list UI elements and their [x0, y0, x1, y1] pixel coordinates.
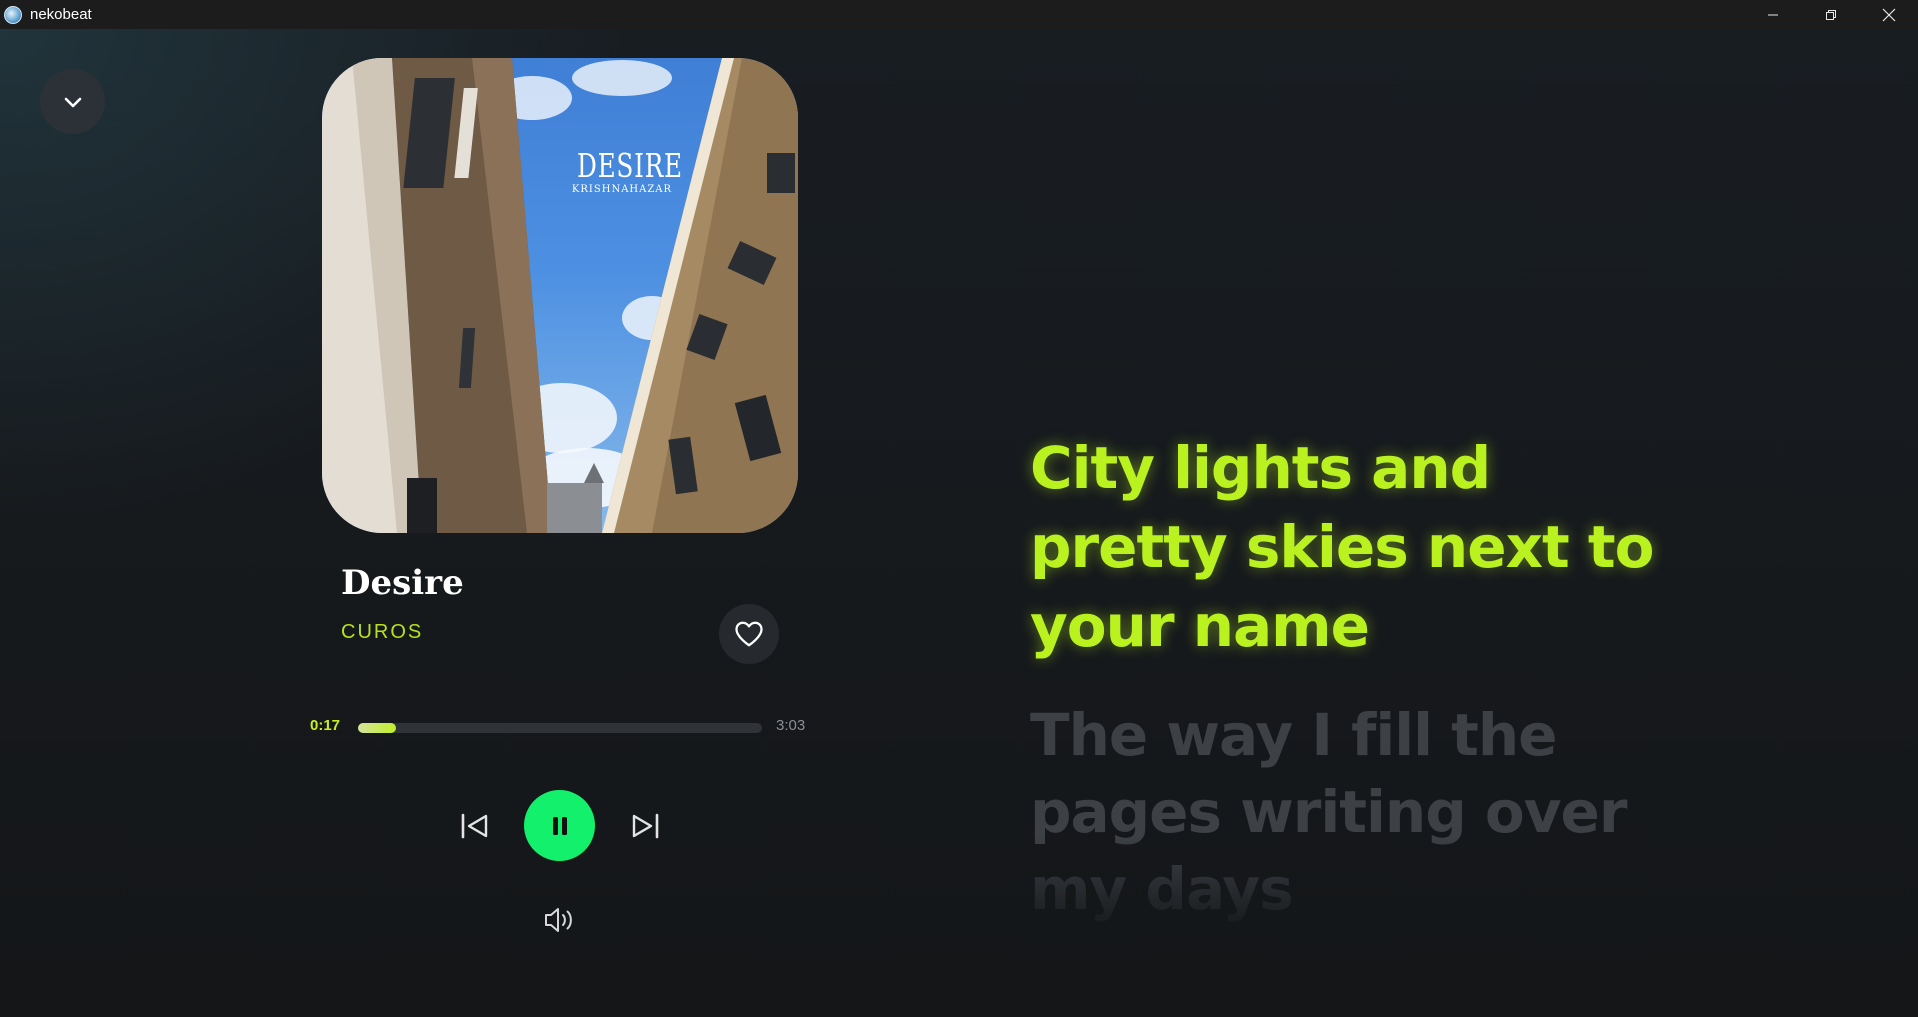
next-button[interactable] — [625, 806, 665, 846]
track-artist[interactable]: CUROS — [341, 621, 423, 644]
app-icon — [4, 5, 22, 24]
play-pause-button[interactable] — [524, 790, 595, 861]
like-button[interactable] — [719, 604, 779, 664]
restore-icon — [1826, 9, 1836, 20]
total-time: 3:03 — [776, 717, 806, 734]
lyrics-panel: City lights and pretty skies next to you… — [1030, 429, 1680, 922]
title-bar: nekobeat — [0, 0, 1918, 29]
heart-icon — [735, 621, 763, 647]
track-title: Desire — [341, 563, 464, 603]
collapse-button[interactable] — [40, 69, 105, 134]
album-art-subtitle: KRISHNAHAZAR — [571, 184, 673, 195]
chevron-down-icon — [64, 97, 81, 107]
seek-bar[interactable] — [358, 723, 762, 733]
lyric-line-next[interactable]: The way I fill the pages writing over my… — [1030, 697, 1680, 922]
album-art-illustration — [322, 58, 798, 533]
minimize-icon — [1768, 14, 1778, 15]
app-title: nekobeat — [30, 6, 92, 23]
window-controls — [1744, 0, 1918, 29]
pause-icon — [552, 816, 567, 835]
now-playing-view: DESIRE KRISHNAHAZAR Desire CUROS 0:17 3:… — [0, 29, 1918, 1017]
seek-bar-fill — [358, 723, 396, 733]
volume-button[interactable] — [540, 902, 580, 938]
skip-next-icon — [632, 813, 659, 839]
minimize-button[interactable] — [1744, 0, 1802, 29]
skip-previous-icon — [461, 813, 488, 839]
previous-button[interactable] — [455, 806, 495, 846]
album-art-title: DESIRE — [577, 146, 683, 185]
elapsed-time: 0:17 — [310, 717, 341, 734]
restore-button[interactable] — [1802, 0, 1860, 29]
lyric-line-active[interactable]: City lights and pretty skies next to you… — [1030, 429, 1680, 666]
volume-icon — [545, 908, 572, 932]
album-art: DESIRE KRISHNAHAZAR — [322, 58, 798, 533]
close-icon — [1882, 8, 1896, 21]
close-button[interactable] — [1860, 0, 1918, 29]
